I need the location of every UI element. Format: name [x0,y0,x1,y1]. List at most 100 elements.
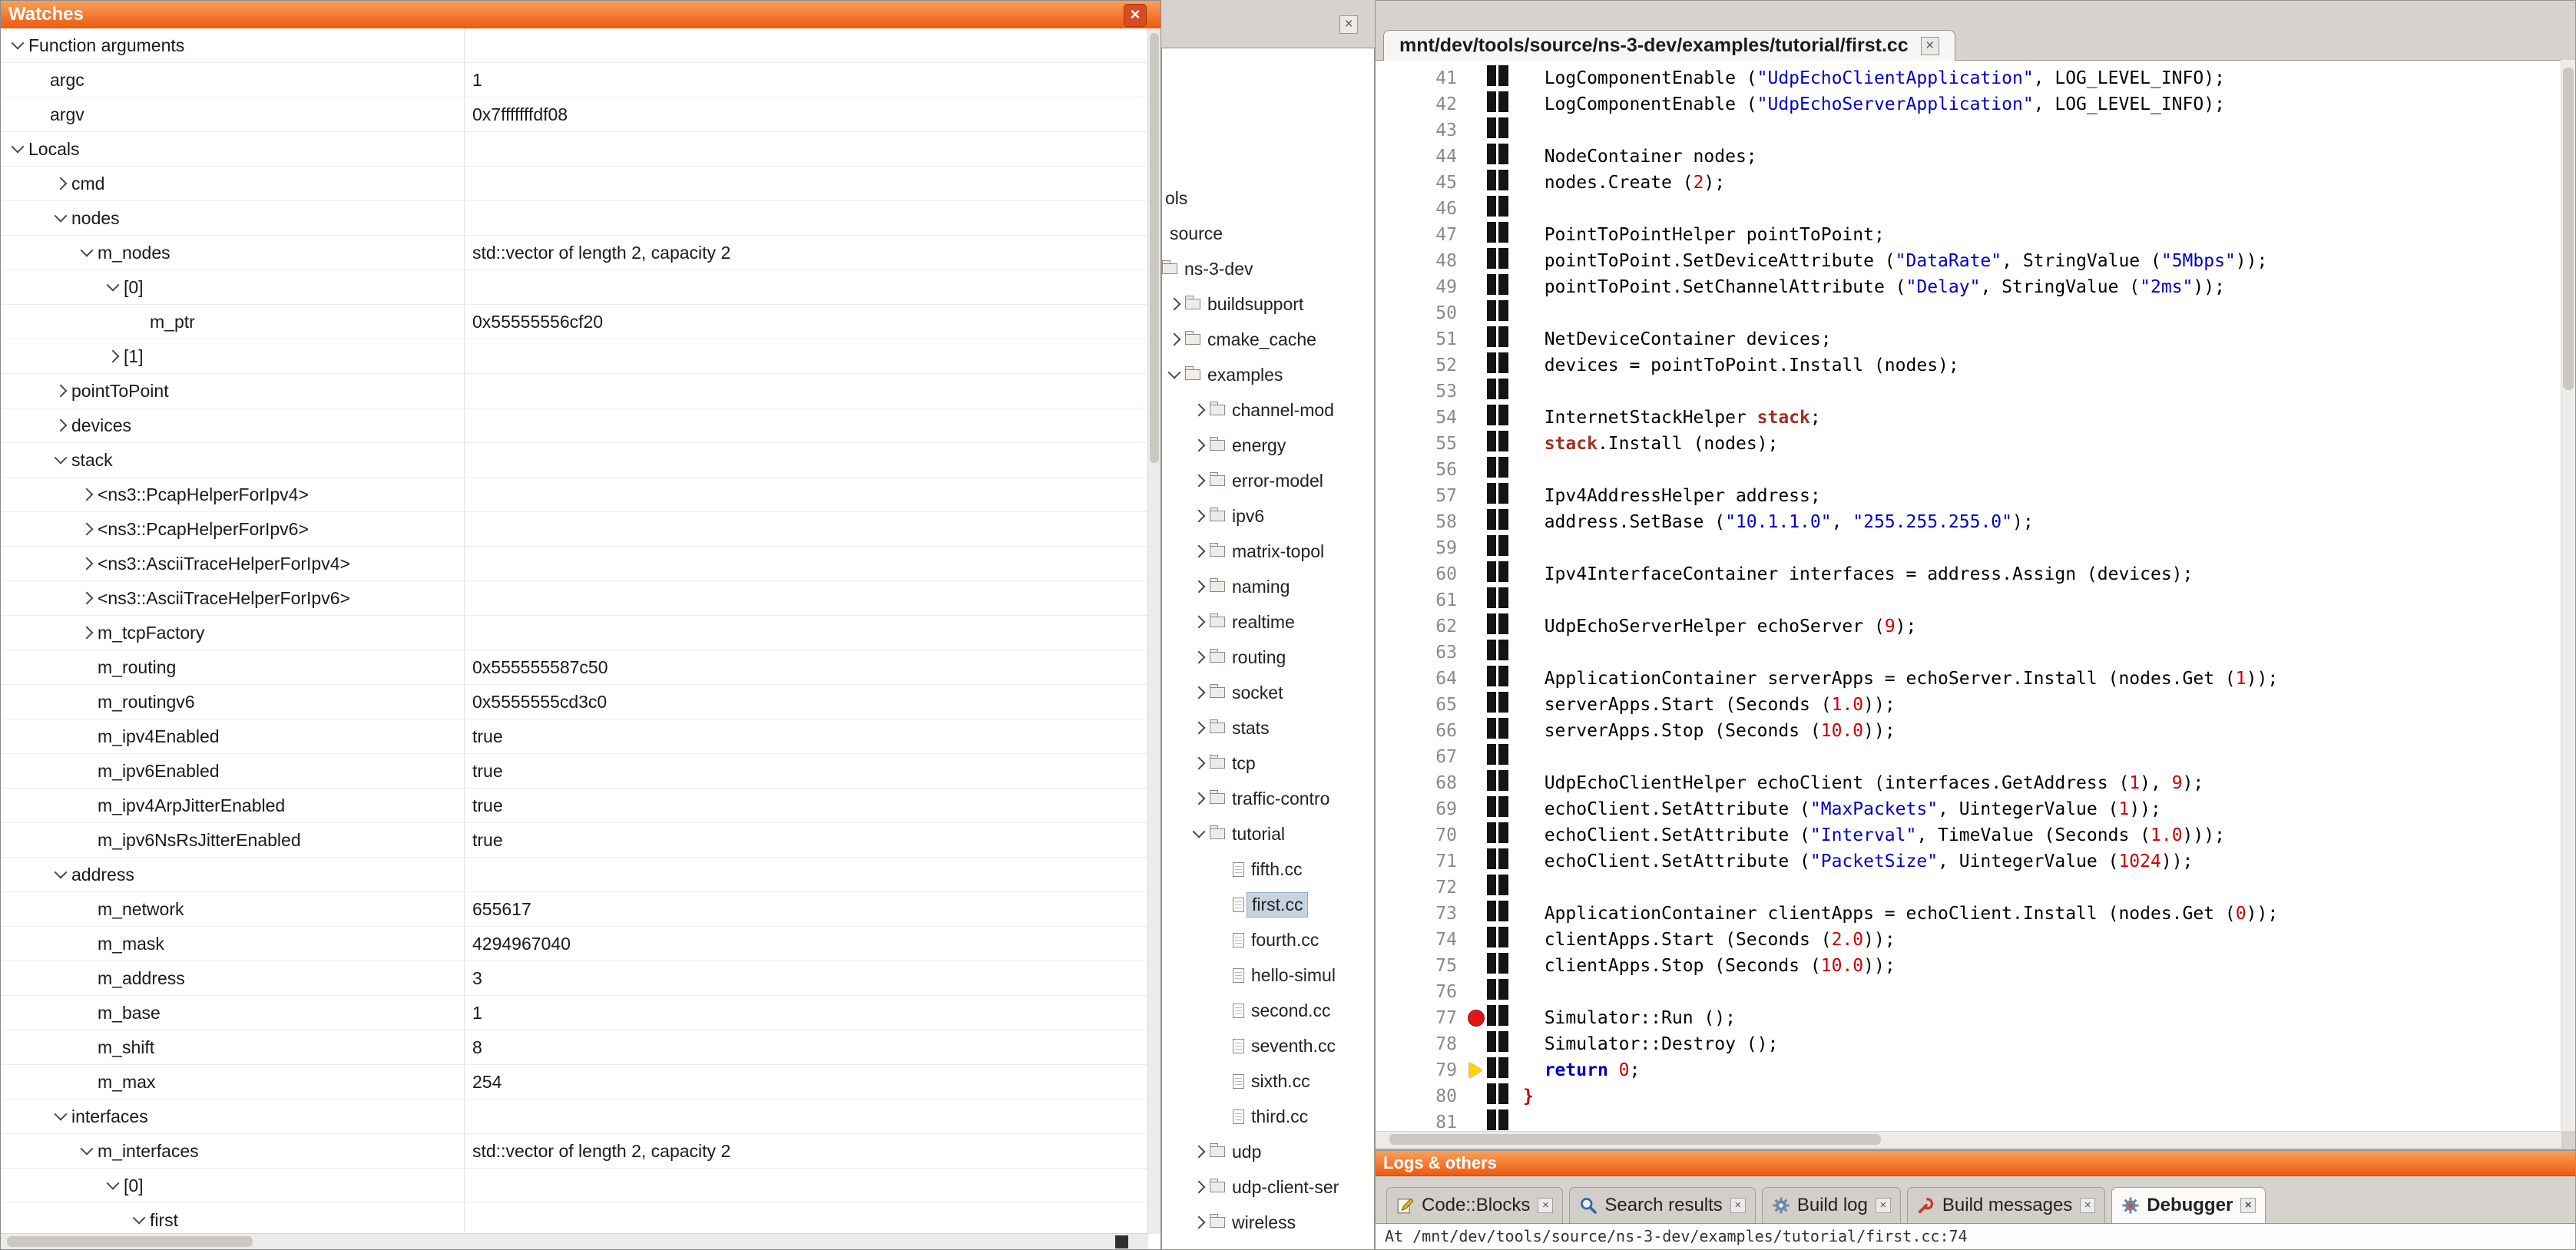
expander-closed-icon[interactable] [1188,788,1210,809]
editor-vertical-scrollbar[interactable] [2561,60,2575,1131]
marker-margin[interactable] [1468,901,1487,927]
code-line[interactable]: 75 clientApps.Stop (Seconds (10.0)); [1376,953,2561,979]
code-line[interactable]: 41 LogComponentEnable ("UdpEchoClientApp… [1376,65,2561,91]
code-line[interactable]: 78 Simulator::Destroy (); [1376,1031,2561,1057]
code-line[interactable]: 64 ApplicationContainer serverApps = ech… [1376,666,2561,692]
code-line[interactable]: 59 [1376,535,2561,561]
tree-item-error-model[interactable]: error-model [1162,463,1374,498]
watch-row-m-routing[interactable]: m_routing0x555555587c50 [1,650,1148,685]
code-line[interactable]: 62 UdpEchoServerHelper echoServer (9); [1376,613,2561,640]
watch-row-0[interactable]: [0] [1,1169,1148,1203]
marker-margin[interactable] [1468,1109,1487,1132]
expander-closed-icon[interactable] [1188,470,1210,491]
line-number[interactable]: 58 [1376,509,1468,535]
expander-open-icon[interactable] [102,276,124,298]
expander-closed-icon[interactable] [1188,1176,1210,1198]
marker-margin[interactable] [1468,770,1487,796]
line-number[interactable]: 81 [1376,1109,1468,1132]
code-line[interactable]: 49 pointToPoint.SetChannelAttribute ("De… [1376,274,2561,300]
expander-closed-icon[interactable] [50,380,71,402]
watches-close-button[interactable]: × [1124,4,1147,27]
expander-closed-icon[interactable] [1188,1212,1210,1233]
tree-item-examples[interactable]: examples [1162,357,1374,392]
marker-margin[interactable] [1468,405,1487,431]
tree-item-matrix-topol[interactable]: matrix-topol [1162,534,1374,569]
tree-item-traffic-contro[interactable]: traffic-contro [1162,781,1374,816]
marker-margin[interactable] [1468,613,1487,640]
breakpoint-icon[interactable] [1468,1010,1485,1027]
watch-row-stack[interactable]: stack [1,443,1148,478]
scrollbar-thumb[interactable] [1389,1134,1881,1145]
watch-row-ns3-pcaphelperforipv4[interactable]: <ns3::PcapHelperForIpv4> [1,478,1148,512]
line-number[interactable]: 60 [1376,561,1468,587]
watch-row-argc[interactable]: argc1 [1,63,1148,98]
marker-margin[interactable] [1468,927,1487,953]
watch-row-m-address[interactable]: m_address3 [1,961,1148,996]
marker-margin[interactable] [1468,196,1487,222]
watch-row-cmd[interactable]: cmd [1,167,1148,201]
expander-open-icon[interactable] [76,242,98,263]
line-number[interactable]: 76 [1376,979,1468,1005]
watch-row-m-ipv4arpjitterenabled[interactable]: m_ipv4ArpJitterEnabledtrue [1,789,1148,823]
code-line[interactable]: 81 [1376,1109,2561,1132]
line-number[interactable]: 70 [1376,822,1468,848]
expander-open-icon[interactable] [7,138,28,160]
watch-row-function-arguments[interactable]: Function arguments [1,28,1148,63]
marker-margin[interactable] [1468,692,1487,718]
tab-close-button[interactable]: × [1876,1198,1891,1213]
watch-row-0[interactable]: [0] [1,270,1148,305]
watch-row-m-max[interactable]: m_max254 [1,1065,1148,1100]
marker-margin[interactable] [1468,640,1487,666]
expander-open-icon[interactable] [76,1140,98,1162]
tab-close-button[interactable]: × [1730,1198,1746,1213]
code-line[interactable]: 57 Ipv4AddressHelper address; [1376,483,2561,509]
watch-row-locals[interactable]: Locals [1,132,1148,167]
line-number[interactable]: 43 [1376,117,1468,144]
marker-margin[interactable] [1468,1057,1487,1083]
expander-closed-icon[interactable] [50,415,71,436]
marker-margin[interactable] [1468,117,1487,144]
marker-margin[interactable] [1468,666,1487,692]
line-number[interactable]: 54 [1376,405,1468,431]
line-number[interactable]: 72 [1376,875,1468,901]
watches-titlebar[interactable]: Watches × [1,1,1161,29]
watch-row-nodes[interactable]: nodes [1,201,1148,236]
code-line[interactable]: 77 Simulator::Run (); [1376,1005,2561,1031]
marker-margin[interactable] [1468,848,1487,875]
marker-margin[interactable] [1468,326,1487,352]
line-number[interactable]: 47 [1376,222,1468,248]
marker-margin[interactable] [1468,144,1487,170]
line-number[interactable]: 44 [1376,144,1468,170]
code-line[interactable]: 42 LogComponentEnable ("UdpEchoServerApp… [1376,91,2561,117]
expander-open-icon[interactable] [128,1209,150,1231]
watch-row-m-shift[interactable]: m_shift8 [1,1030,1148,1065]
editor-tab[interactable]: mnt/dev/tools/source/ns-3-dev/examples/t… [1383,30,1955,61]
tree-item-wireless[interactable]: wireless [1162,1205,1374,1240]
code-line[interactable]: 55 stack.Install (nodes); [1376,431,2561,457]
tree-item-cmake-cache[interactable]: cmake_cache [1162,322,1374,357]
line-number[interactable]: 53 [1376,379,1468,405]
watch-row-m-tcpfactory[interactable]: m_tcpFactory [1,616,1148,650]
tree-item-third-cc[interactable]: third.cc [1162,1099,1374,1134]
expander-closed-icon[interactable] [1188,611,1210,633]
code-line[interactable]: 73 ApplicationContainer clientApps = ech… [1376,901,2561,927]
line-number[interactable]: 65 [1376,692,1468,718]
expander-closed-icon[interactable] [76,587,98,609]
line-number[interactable]: 79 [1376,1057,1468,1083]
line-number[interactable]: 77 [1376,1005,1468,1031]
tree-item-source[interactable]: source [1162,216,1374,251]
line-number[interactable]: 41 [1376,65,1468,91]
tab-close-button[interactable]: × [2240,1198,2256,1213]
marker-margin[interactable] [1468,1031,1487,1057]
watch-row-pointtopoint[interactable]: pointToPoint [1,374,1148,408]
editor-horizontal-scrollbar[interactable] [1376,1131,2561,1148]
expander-closed-icon[interactable] [76,518,98,540]
panel-close-button[interactable]: × [1339,15,1358,34]
code-line[interactable]: 43 [1376,117,2561,144]
watch-row-ns3-asciitracehelperforipv4[interactable]: <ns3::AsciiTraceHelperForIpv4> [1,547,1148,581]
line-number[interactable]: 62 [1376,613,1468,640]
marker-margin[interactable] [1468,431,1487,457]
expander-open-icon[interactable] [50,1106,71,1127]
marker-margin[interactable] [1468,953,1487,979]
line-number[interactable]: 42 [1376,91,1468,117]
